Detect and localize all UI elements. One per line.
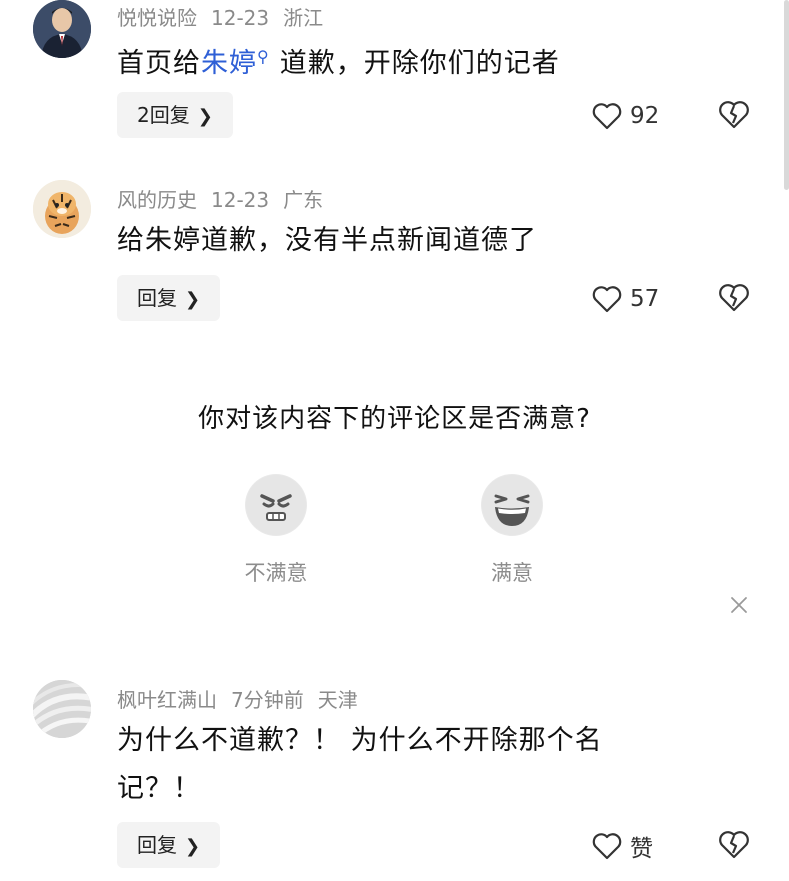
mention-link[interactable]: 朱婷: [201, 48, 257, 79]
close-icon[interactable]: [729, 595, 749, 615]
comment-meta: 枫叶红满山 7分钟前 天津: [117, 684, 372, 713]
scrollbar-thumb[interactable]: [784, 0, 789, 190]
chevron-right-icon: ❯: [197, 106, 213, 127]
comment-region: 浙江: [283, 6, 324, 30]
unhappy-button[interactable]: [245, 474, 307, 536]
username[interactable]: 风的历史: [117, 188, 197, 212]
unhappy-face-icon: [246, 475, 306, 535]
comment-date: 12-23: [211, 188, 270, 212]
comment-feed: 悦悦说险 12-23 浙江 首页给朱婷⚲道歉，开除你们的记者 2回复❯ 92: [0, 0, 789, 881]
laughing-face-icon: [482, 475, 542, 535]
username[interactable]: 悦悦说险: [117, 6, 197, 30]
like-button[interactable]: 赞: [592, 826, 653, 866]
comment-text: 给朱婷道歉，没有半点新闻道德了: [117, 225, 537, 256]
comment-date: 12-23: [211, 6, 270, 30]
reply-button[interactable]: 回复 ❯: [117, 275, 221, 321]
unhappy-label: 不满意: [244, 561, 308, 585]
heart-icon: [592, 103, 622, 130]
like-button[interactable]: 57: [592, 279, 659, 319]
like-count: 57: [630, 286, 660, 312]
like-button[interactable]: 92: [592, 96, 659, 136]
happy-label: 满意: [491, 561, 533, 585]
comment-text-line: 记？！: [117, 773, 201, 804]
search-icon: ⚲: [257, 47, 270, 66]
comment-text: 为什么不道歉？！ 为什么不开除那个名 记？！: [117, 717, 707, 813]
like-label: 赞: [630, 836, 653, 862]
comment-meta: 风的历史 12-23 广东: [117, 184, 337, 213]
comment-date: 7分钟前: [231, 688, 304, 712]
avatar[interactable]: [33, 180, 91, 238]
view-replies-button[interactable]: 2回复 ❯: [117, 92, 233, 138]
happy-button[interactable]: [481, 474, 543, 536]
heart-icon: [592, 833, 622, 860]
survey-question: 你对该内容下的评论区是否满意?: [198, 404, 591, 434]
comment-text-line: 为什么不道歉？！ 为什么不开除那个名: [117, 725, 603, 756]
like-count: 92: [630, 103, 660, 129]
broken-heart-icon[interactable]: [718, 99, 750, 131]
avatar[interactable]: [33, 0, 91, 58]
chevron-right-icon: ❯: [185, 289, 201, 310]
comment-region: 天津: [317, 688, 358, 712]
avatar[interactable]: [33, 680, 91, 738]
chevron-right-icon: ❯: [185, 836, 201, 857]
comment-meta: 悦悦说险 12-23 浙江: [117, 2, 337, 31]
broken-heart-icon[interactable]: [718, 282, 750, 314]
broken-heart-icon[interactable]: [718, 829, 750, 861]
heart-icon: [592, 286, 622, 313]
comment-region: 广东: [283, 188, 324, 212]
reply-button[interactable]: 回复 ❯: [117, 822, 221, 868]
comment-text: 首页给朱婷⚲ 道歉，开除你们的记者: [117, 47, 560, 79]
username[interactable]: 枫叶红满山: [117, 688, 217, 712]
